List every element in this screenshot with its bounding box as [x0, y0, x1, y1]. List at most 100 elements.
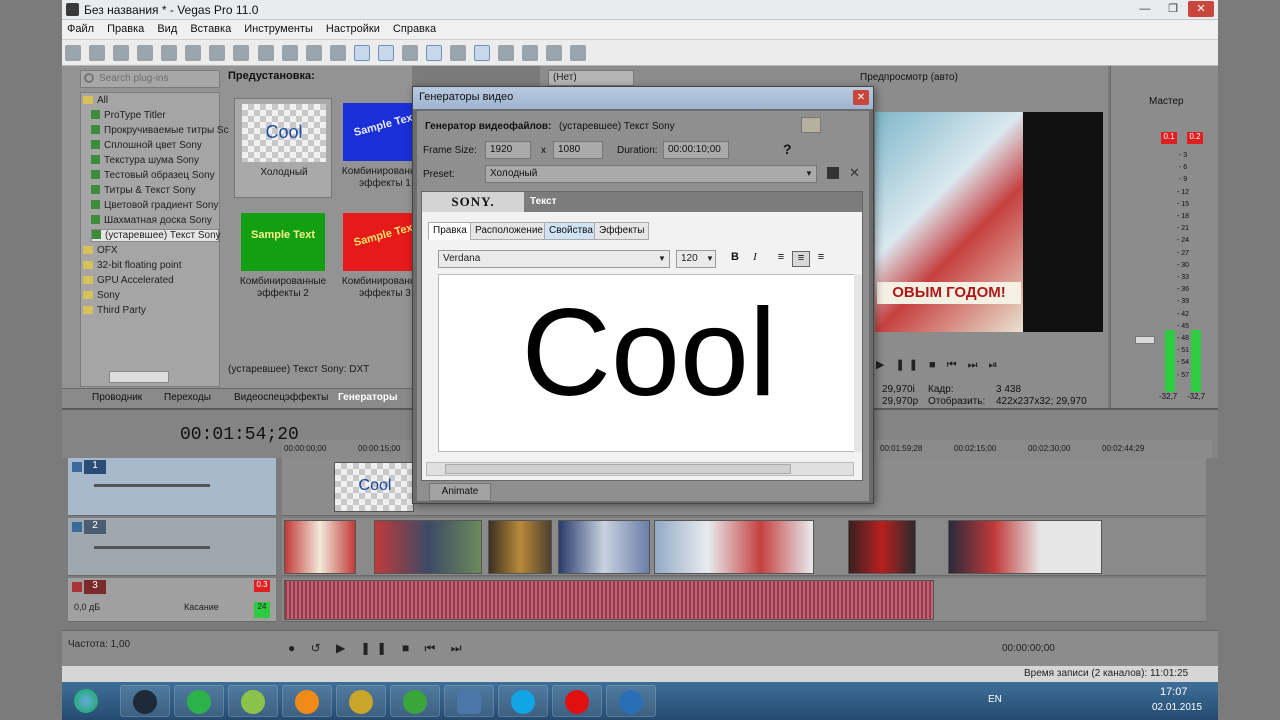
preview-transport[interactable]: ▶ ❚❚ ■ ⏮ ⏭ ⏯: [876, 358, 1006, 374]
new-icon[interactable]: [65, 45, 81, 61]
selection-tool-icon[interactable]: [401, 45, 418, 61]
auto-crossfade-icon[interactable]: [450, 45, 466, 61]
track-opacity-slider[interactable]: [94, 484, 210, 487]
what-is-this-icon[interactable]: [570, 45, 587, 61]
preset-combined-effects-2[interactable]: Sample Text Комбинированные эффекты 2: [234, 208, 332, 308]
delete-icon[interactable]: [281, 45, 298, 61]
taskbar-recorder[interactable]: [552, 685, 602, 717]
delete-preset-icon[interactable]: ✕: [849, 165, 860, 181]
view-icon[interactable]: [801, 117, 821, 133]
editor-vscroll[interactable]: [854, 274, 862, 452]
tree-item-ofx[interactable]: OFX: [83, 245, 118, 256]
track-header-2[interactable]: 2: [68, 518, 276, 576]
master-fader[interactable]: [1135, 336, 1155, 344]
maximize-button[interactable]: ❐: [1160, 1, 1186, 17]
tree-item-credit-roll[interactable]: Прокручиваемые титры Sc: [91, 125, 229, 136]
video-clip[interactable]: [558, 520, 650, 574]
hscroll-thumb[interactable]: [445, 464, 791, 474]
bold-button[interactable]: B: [726, 251, 744, 267]
taskbar-star[interactable]: [174, 685, 224, 717]
start-button[interactable]: [62, 685, 112, 717]
tree-item-noise-texture[interactable]: Текстура шума Sony: [91, 155, 199, 166]
tree-item-32bit[interactable]: 32-bit floating point: [83, 260, 182, 271]
video-clip[interactable]: [948, 520, 1102, 574]
plugin-search-input[interactable]: Search plug-ins: [80, 70, 220, 88]
tree-item-titles-text[interactable]: Титры & Текст Sony: [91, 185, 196, 196]
tab-placement[interactable]: Расположение: [470, 222, 548, 240]
frame-height-input[interactable]: 1080: [553, 141, 603, 159]
snapping-icon[interactable]: [425, 45, 442, 61]
editor-hscroll[interactable]: [426, 462, 854, 476]
taskbar-app-a[interactable]: [390, 685, 440, 717]
tab-edit[interactable]: Правка: [428, 222, 472, 240]
tree-item-solid-color[interactable]: Сплошной цвет Sony: [91, 140, 202, 151]
tree-item-test-pattern[interactable]: Тестовый образец Sony: [91, 170, 215, 181]
video-clip[interactable]: [488, 520, 552, 574]
preset-select[interactable]: Холодный: [485, 165, 817, 183]
automation-mode[interactable]: Касание: [184, 602, 219, 612]
zoom-tool-icon[interactable]: [522, 45, 539, 61]
track-lane-3[interactable]: [282, 578, 1206, 622]
properties-icon[interactable]: [185, 45, 202, 61]
italic-button[interactable]: I: [746, 251, 764, 267]
tree-item-gpu[interactable]: GPU Accelerated: [83, 275, 174, 286]
tab-transitions[interactable]: Переходы: [164, 392, 211, 403]
taskbar-odnoklassniki[interactable]: [282, 685, 332, 717]
video-clip[interactable]: [654, 520, 814, 574]
track-volume[interactable]: 0,0 дБ: [74, 602, 100, 612]
animate-button[interactable]: Animate: [429, 483, 491, 501]
tree-item-sony[interactable]: Sony: [83, 290, 120, 301]
align-left-icon[interactable]: ≡: [772, 251, 790, 267]
clock-time[interactable]: 17:07: [1160, 686, 1188, 698]
minimize-button[interactable]: —: [1132, 1, 1158, 17]
track-lane-2[interactable]: [282, 518, 1206, 576]
lock-envelopes-icon[interactable]: [498, 45, 515, 61]
ripple-edit-icon[interactable]: [474, 45, 491, 61]
track-opacity-slider[interactable]: [94, 546, 210, 549]
clock-date[interactable]: 02.01.2015: [1152, 702, 1202, 713]
menu-help[interactable]: Справка: [388, 20, 441, 38]
tab-explorer[interactable]: Проводник: [92, 392, 142, 403]
taskbar-skype[interactable]: [498, 685, 548, 717]
close-button[interactable]: ✕: [1188, 1, 1214, 17]
copy-icon[interactable]: [233, 45, 250, 61]
paste-icon[interactable]: [257, 45, 274, 61]
save-as-icon[interactable]: [137, 45, 154, 61]
track-header-3[interactable]: 3 0,0 дБ Касание 0.3 24: [68, 578, 276, 622]
frame-width-input[interactable]: 1920: [485, 141, 531, 159]
taskbar-steam[interactable]: [120, 685, 170, 717]
duration-input[interactable]: 00:00:10;00: [663, 141, 729, 159]
envelope-tool-icon[interactable]: [377, 45, 394, 61]
tree-item-legacy-text[interactable]: (устаревшее) Текст Sony: [91, 229, 221, 242]
tab-generators[interactable]: Генераторы: [338, 392, 398, 403]
redo-icon[interactable]: [329, 45, 346, 61]
track-header-1[interactable]: 1: [68, 458, 276, 516]
open-icon[interactable]: [89, 45, 106, 61]
dialog-title-bar[interactable]: Генераторы видео ✕: [413, 87, 873, 109]
tree-item-checkerboard[interactable]: Шахматная доска Sony: [91, 215, 212, 226]
tab-properties[interactable]: Свойства: [544, 222, 598, 240]
normal-edit-tool-icon[interactable]: [353, 45, 370, 61]
video-clip[interactable]: [848, 520, 916, 574]
save-preset-icon[interactable]: [827, 167, 839, 179]
render-icon[interactable]: [161, 45, 178, 61]
transport-controls[interactable]: ● ↺ ▶ ❚❚ ■ ⏮ ⏭: [288, 641, 468, 657]
tree-item-third-party[interactable]: Third Party: [83, 305, 146, 316]
text-editor[interactable]: Cool: [438, 274, 858, 452]
tree-item-protype-titler[interactable]: ProType Titler: [91, 110, 166, 121]
tab-video-fx[interactable]: Видеоспецэффекты: [234, 392, 328, 403]
menu-edit[interactable]: Правка: [102, 20, 149, 38]
menu-tools[interactable]: Инструменты: [239, 20, 318, 38]
undo-icon[interactable]: [305, 45, 322, 61]
cut-icon[interactable]: [209, 45, 226, 61]
menu-insert[interactable]: Вставка: [185, 20, 236, 38]
font-select[interactable]: Verdana: [438, 250, 670, 268]
menu-file[interactable]: Файл: [62, 20, 99, 38]
preset-cool[interactable]: Cool Холодный: [234, 98, 332, 198]
audio-clip[interactable]: [284, 580, 934, 620]
taskbar-radiation[interactable]: [336, 685, 386, 717]
dialog-close-button[interactable]: ✕: [853, 90, 869, 105]
menu-settings[interactable]: Настройки: [321, 20, 385, 38]
tree-item-color-gradient[interactable]: Цветовой градиент Sony: [91, 200, 218, 211]
menu-view[interactable]: Вид: [152, 20, 182, 38]
